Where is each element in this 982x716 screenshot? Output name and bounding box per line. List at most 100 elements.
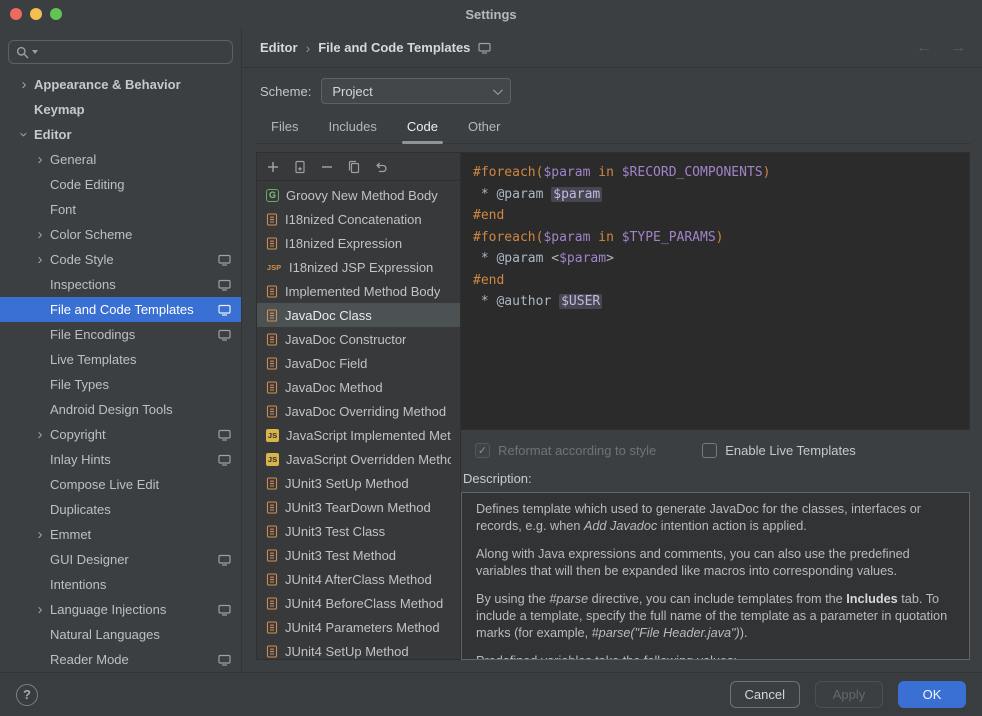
- template-item-junit3-setup-method[interactable]: JUnit3 SetUp Method: [257, 471, 460, 495]
- sidebar-item-copyright[interactable]: ›Copyright: [0, 422, 241, 447]
- template-item-javascript-implemented-met[interactable]: JSJavaScript Implemented Met: [257, 423, 460, 447]
- remove-template-icon[interactable]: [319, 159, 335, 175]
- chevron-right-icon[interactable]: ›: [30, 252, 50, 267]
- template-item-i18nized-jsp-expression[interactable]: JSPI18nized JSP Expression: [257, 255, 460, 279]
- template-item-junit3-teardown-method[interactable]: JUnit3 TearDown Method: [257, 495, 460, 519]
- breadcrumb-editor[interactable]: Editor: [260, 40, 298, 55]
- settings-search[interactable]: [8, 40, 233, 64]
- sidebar-item-intentions[interactable]: Intentions: [0, 572, 241, 597]
- template-item-implemented-method-body[interactable]: Implemented Method Body: [257, 279, 460, 303]
- sidebar-item-keymap[interactable]: Keymap: [0, 97, 241, 122]
- template-file-icon: [266, 237, 278, 250]
- chevron-down-icon: [493, 85, 503, 95]
- minimize-window-button[interactable]: [30, 8, 42, 20]
- reset-template-icon[interactable]: [373, 159, 389, 175]
- chevron-right-icon[interactable]: ›: [30, 152, 50, 167]
- chevron-right-icon[interactable]: ›: [14, 77, 34, 92]
- template-item-junit3-test-class[interactable]: JUnit3 Test Class: [257, 519, 460, 543]
- sidebar-item-natural-languages[interactable]: Natural Languages: [0, 622, 241, 647]
- description-text: By using the: [476, 592, 549, 606]
- template-item-javadoc-field[interactable]: JavaDoc Field: [257, 351, 460, 375]
- enable-live-templates-checkbox[interactable]: Enable Live Templates: [702, 443, 856, 458]
- scheme-select[interactable]: Project: [321, 78, 511, 104]
- template-item-label: I18nized Concatenation: [285, 212, 422, 227]
- template-item-junit4-parameters-method[interactable]: JUnit4 Parameters Method: [257, 615, 460, 639]
- code-token: in: [590, 165, 621, 180]
- tab-includes[interactable]: Includes: [313, 112, 391, 143]
- template-item-groovy-new-method-body[interactable]: GGroovy New Method Body: [257, 183, 460, 207]
- sidebar-item-emmet[interactable]: ›Emmet: [0, 522, 241, 547]
- sidebar-item-live-templates[interactable]: Live Templates: [0, 347, 241, 372]
- template-editor[interactable]: #foreach($param in $RECORD_COMPONENTS) *…: [461, 152, 970, 430]
- code-token: $param: [543, 230, 590, 245]
- template-file-icon: [266, 357, 278, 370]
- apply-button: Apply: [815, 681, 883, 708]
- sidebar-item-color-scheme[interactable]: ›Color Scheme: [0, 222, 241, 247]
- sidebar-item-gui-designer[interactable]: GUI Designer: [0, 547, 241, 572]
- settings-search-input[interactable]: [41, 45, 225, 60]
- template-file-icon: [266, 645, 278, 658]
- tab-files[interactable]: Files: [256, 112, 313, 143]
- chevron-right-icon[interactable]: ›: [30, 602, 50, 617]
- code-token: $param: [551, 187, 602, 202]
- tab-other[interactable]: Other: [453, 112, 516, 143]
- template-item-javadoc-class[interactable]: JavaDoc Class: [257, 303, 460, 327]
- template-file-icon: [266, 597, 278, 610]
- forward-icon[interactable]: →: [950, 39, 966, 57]
- sidebar-item-file-and-code-templates[interactable]: File and Code Templates: [0, 297, 241, 322]
- ok-button[interactable]: OK: [898, 681, 966, 708]
- sidebar-item-file-types[interactable]: File Types: [0, 372, 241, 397]
- cancel-button[interactable]: Cancel: [730, 681, 800, 708]
- scheme-label: Scheme:: [260, 84, 311, 99]
- chevron-down-icon[interactable]: ›: [17, 125, 32, 145]
- sidebar-item-label: Keymap: [34, 102, 85, 117]
- template-item-javascript-overridden-metho[interactable]: JSJavaScript Overridden Metho: [257, 447, 460, 471]
- template-list-toolbar: [257, 153, 460, 181]
- template-item-javadoc-overriding-method[interactable]: JavaDoc Overriding Method: [257, 399, 460, 423]
- chevron-right-icon[interactable]: ›: [30, 427, 50, 442]
- tab-code[interactable]: Code: [392, 112, 453, 143]
- sidebar-item-duplicates[interactable]: Duplicates: [0, 497, 241, 522]
- template-item-label: JavaDoc Constructor: [285, 332, 406, 347]
- page-title: File and Code Templates: [318, 40, 470, 55]
- scheme-row: Scheme: Project: [242, 68, 982, 112]
- zoom-window-button[interactable]: [50, 8, 62, 20]
- template-item-javadoc-constructor[interactable]: JavaDoc Constructor: [257, 327, 460, 351]
- add-template-icon[interactable]: [265, 159, 281, 175]
- sidebar-item-editor[interactable]: ›Editor: [0, 122, 241, 147]
- template-item-i18nized-concatenation[interactable]: I18nized Concatenation: [257, 207, 460, 231]
- duplicate-template-icon[interactable]: [346, 159, 362, 175]
- sidebar-item-inspections[interactable]: Inspections: [0, 272, 241, 297]
- sidebar-item-font[interactable]: Font: [0, 197, 241, 222]
- titlebar: Settings: [0, 0, 982, 28]
- monitor-icon: [218, 254, 231, 266]
- copy-template-icon[interactable]: [292, 159, 308, 175]
- template-item-label: Implemented Method Body: [285, 284, 440, 299]
- template-file-icon: [266, 309, 278, 322]
- sidebar-item-compose-live-edit[interactable]: Compose Live Edit: [0, 472, 241, 497]
- template-item-label: JUnit4 BeforeClass Method: [285, 596, 443, 611]
- checkbox-unchecked-icon: [702, 443, 717, 458]
- sidebar-item-language-injections[interactable]: ›Language Injections: [0, 597, 241, 622]
- sidebar-item-code-style[interactable]: ›Code Style: [0, 247, 241, 272]
- sidebar-item-general[interactable]: ›General: [0, 147, 241, 172]
- chevron-right-icon[interactable]: ›: [30, 527, 50, 542]
- template-item-junit3-test-method[interactable]: JUnit3 Test Method: [257, 543, 460, 567]
- sidebar-item-android-design-tools[interactable]: Android Design Tools: [0, 397, 241, 422]
- help-button[interactable]: ?: [16, 684, 38, 706]
- template-item-junit4-beforeclass-method[interactable]: JUnit4 BeforeClass Method: [257, 591, 460, 615]
- template-item-junit4-setup-method[interactable]: JUnit4 SetUp Method: [257, 639, 460, 659]
- template-item-javadoc-method[interactable]: JavaDoc Method: [257, 375, 460, 399]
- sidebar-item-inlay-hints[interactable]: Inlay Hints: [0, 447, 241, 472]
- sidebar-item-code-editing[interactable]: Code Editing: [0, 172, 241, 197]
- template-item-junit4-afterclass-method[interactable]: JUnit4 AfterClass Method: [257, 567, 460, 591]
- close-window-button[interactable]: [10, 8, 22, 20]
- template-item-i18nized-expression[interactable]: I18nized Expression: [257, 231, 460, 255]
- sidebar-item-appearance-behavior[interactable]: ›Appearance & Behavior: [0, 72, 241, 97]
- sidebar-item-reader-mode[interactable]: Reader Mode: [0, 647, 241, 672]
- sidebar-item-file-encodings[interactable]: File Encodings: [0, 322, 241, 347]
- back-icon[interactable]: ←: [916, 39, 932, 57]
- code-token: $USER: [559, 294, 602, 309]
- chevron-right-icon[interactable]: ›: [30, 227, 50, 242]
- description-box[interactable]: Defines template which used to generate …: [461, 492, 970, 660]
